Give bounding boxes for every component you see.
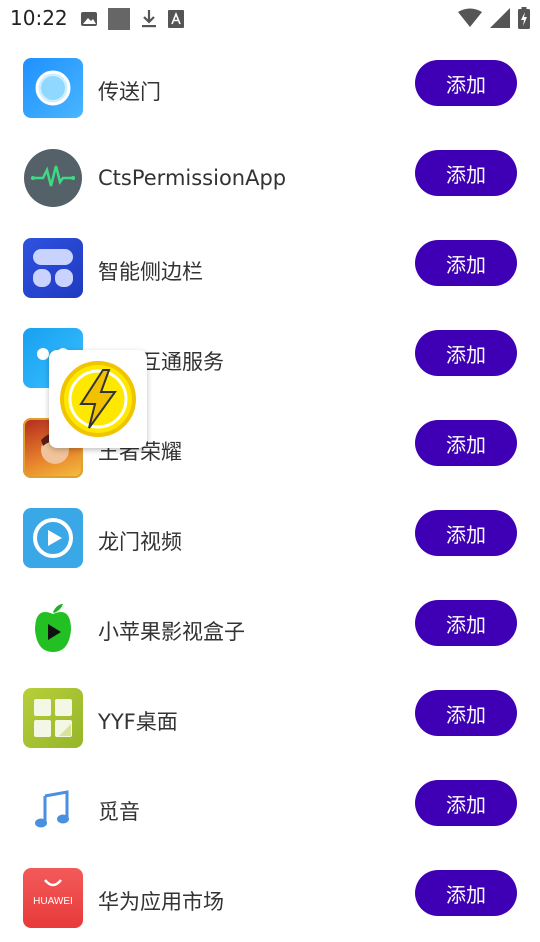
add-button[interactable]: 添加 [415, 420, 517, 466]
apple-play-icon [23, 598, 83, 658]
signal-icon [490, 8, 510, 28]
add-button[interactable]: 添加 [415, 690, 517, 736]
list-item: 小苹果影视盒子 添加 [0, 582, 540, 672]
app-name: 小苹果影视盒子 [98, 620, 245, 644]
list-item: 传送门 添加 [0, 42, 540, 132]
app-name: 龙门视频 [98, 530, 182, 554]
status-time: 10:22 [10, 6, 68, 30]
battery-icon [518, 7, 530, 29]
font-icon [168, 10, 184, 28]
list-item: HUAWEI 华为应用市场 添加 [0, 852, 540, 942]
add-button[interactable]: 添加 [415, 150, 517, 196]
status-bar: 10:22 [0, 0, 540, 38]
download-icon [142, 10, 156, 28]
list-item: 智能侧边栏 添加 [0, 222, 540, 312]
list-item: 觅音 添加 [0, 762, 540, 852]
huawei-appgallery-icon: HUAWEI [23, 868, 83, 928]
floating-widget[interactable] [49, 350, 147, 448]
add-button[interactable]: 添加 [415, 510, 517, 556]
app-list: 传送门 添加 CtsPermissionApp 添加 智能侧边栏 添加 智慧互通… [0, 42, 540, 942]
heartbeat-icon [23, 148, 83, 208]
app-name: CtsPermissionApp [98, 166, 287, 190]
list-item: YYF桌面 添加 [0, 672, 540, 762]
square-icon [108, 8, 130, 30]
huawei-text: HUAWEI [33, 896, 73, 907]
sidebar-icon [23, 238, 83, 298]
music-note-icon [23, 778, 83, 838]
grid-launcher-icon [23, 688, 83, 748]
video-play-icon [23, 508, 83, 568]
add-button[interactable]: 添加 [415, 240, 517, 286]
add-button[interactable]: 添加 [415, 870, 517, 916]
lightning-bolt-icon [60, 361, 136, 437]
status-icons-left [80, 8, 184, 30]
app-name: 智能侧边栏 [98, 260, 203, 284]
list-item: 龙门视频 添加 [0, 492, 540, 582]
portal-icon [23, 58, 83, 118]
wifi-icon [458, 8, 482, 27]
status-icons-right [458, 7, 530, 29]
add-button[interactable]: 添加 [415, 330, 517, 376]
image-icon [81, 12, 97, 26]
app-name: YYF桌面 [98, 710, 178, 734]
app-name: 觅音 [98, 800, 140, 824]
add-button[interactable]: 添加 [415, 600, 517, 646]
add-button[interactable]: 添加 [415, 60, 517, 106]
app-name: 传送门 [98, 80, 161, 104]
add-button[interactable]: 添加 [415, 780, 517, 826]
app-name: 华为应用市场 [98, 890, 224, 914]
list-item: CtsPermissionApp 添加 [0, 132, 540, 222]
